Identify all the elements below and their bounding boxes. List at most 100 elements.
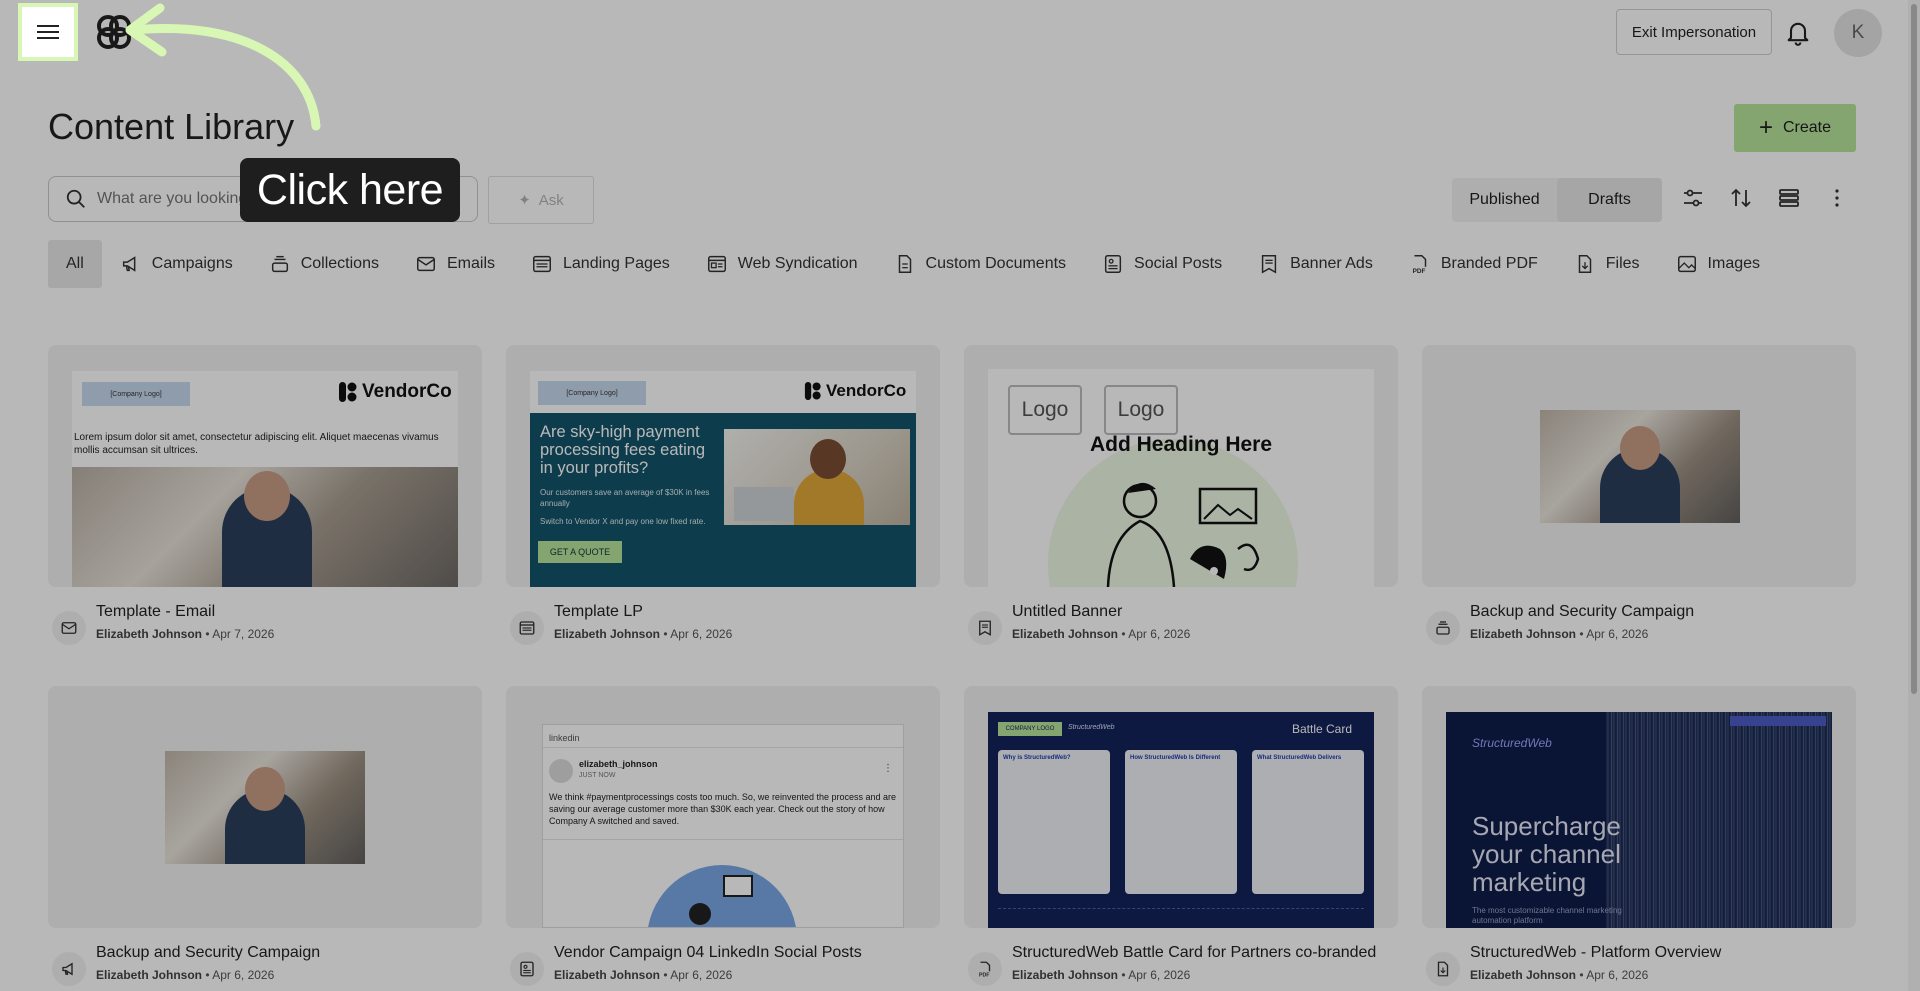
content-card[interactable]: [Company Logo] VendorCo Are sky-high pay… <box>506 345 940 645</box>
list-view-icon[interactable] <box>1777 186 1801 210</box>
column-heading: How StructuredWeb Is Different <box>1130 755 1221 761</box>
filter-sliders-icon[interactable] <box>1681 186 1705 210</box>
card-title[interactable]: Template LP <box>554 602 732 622</box>
lp-cta-button: GET A QUOTE <box>538 541 622 563</box>
filter-banner-ads[interactable]: Banner Ads <box>1240 240 1391 288</box>
divider <box>543 839 903 840</box>
lp-hero-photo <box>724 429 910 525</box>
content-card[interactable]: StructuredWeb Supercharge your channel m… <box>1422 686 1856 986</box>
collection-icon <box>1436 621 1450 635</box>
file-icon <box>1578 255 1591 273</box>
card-date: Apr 6, 2026 <box>212 968 275 982</box>
vendor-logo-icon <box>339 382 357 402</box>
vendor-logo: VendorCo <box>804 381 906 401</box>
column-heading: Why is StructuredWeb? <box>1003 755 1071 761</box>
published-tab[interactable]: Published <box>1452 178 1557 222</box>
post-time: JUST NOW <box>579 772 616 779</box>
type-badge <box>510 952 544 986</box>
content-card[interactable]: COMPANY LOGO StructuredWeb Battle Card W… <box>964 686 1398 986</box>
card-title[interactable]: Backup and Security Campaign <box>1470 602 1694 622</box>
svg-text:PDF: PDF <box>1412 268 1425 275</box>
landing-page-icon <box>533 255 551 273</box>
card-thumbnail[interactable]: linkedin elizabeth_johnson JUST NOW ⋮ We… <box>506 686 940 928</box>
more-options-icon[interactable] <box>1825 186 1849 210</box>
card-author: Elizabeth Johnson <box>1470 968 1577 982</box>
filter-label: Collections <box>300 255 379 272</box>
filter-images[interactable]: Images <box>1658 240 1778 288</box>
card-author: Elizabeth Johnson <box>554 968 661 982</box>
vendor-brand: VendorCo <box>826 381 907 400</box>
exit-impersonation-button[interactable]: Exit Impersonation <box>1616 9 1772 55</box>
filter-label: Files <box>1605 255 1640 272</box>
svg-text:PDF: PDF <box>979 973 990 979</box>
card-title[interactable]: Untitled Banner <box>1012 602 1190 622</box>
email-body-text: Lorem ipsum dolor sit amet, consectetur … <box>74 432 439 456</box>
banner-icon <box>979 620 991 636</box>
card-title[interactable]: Vendor Campaign 04 LinkedIn Social Posts <box>554 943 862 963</box>
card-thumbnail[interactable] <box>48 686 482 928</box>
filter-label: Landing Pages <box>563 255 670 272</box>
banner-heading: Add Heading Here <box>1089 433 1273 456</box>
card-title[interactable]: StructuredWeb - Platform Overview <box>1470 943 1721 963</box>
content-card[interactable]: Backup and Security Campaign Elizabeth J… <box>1422 345 1856 645</box>
card-date: Apr 6, 2026 <box>1128 627 1191 641</box>
highlighted-menu-button[interactable] <box>18 3 78 61</box>
filter-branded-pdf[interactable]: PDF Branded PDF <box>1391 240 1556 288</box>
card-thumbnail[interactable]: StructuredWeb Supercharge your channel m… <box>1422 686 1856 928</box>
page-scrollbar[interactable] <box>1908 0 1920 991</box>
type-badge <box>510 611 544 645</box>
avatar[interactable]: K <box>1834 9 1882 57</box>
card-thumbnail[interactable]: COMPANY LOGO StructuredWeb Battle Card W… <box>964 686 1398 928</box>
filter-label: Emails <box>446 255 495 272</box>
company-logo-placeholder: [Company Logo] <box>82 382 190 406</box>
filter-campaigns[interactable]: Campaigns <box>102 240 251 288</box>
card-date: Apr 6, 2026 <box>670 627 733 641</box>
scrollbar-thumb[interactable] <box>1911 4 1917 694</box>
bell-icon[interactable] <box>1784 18 1812 46</box>
card-thumbnail[interactable]: Logo Logo Add Heading Here <box>964 345 1398 587</box>
plus-icon: + <box>1758 114 1773 141</box>
filter-label: Campaigns <box>151 255 233 272</box>
filter-custom-documents[interactable]: Custom Documents <box>876 240 1085 288</box>
filter-all[interactable]: All <box>48 240 102 288</box>
content-card[interactable]: Backup and Security Campaign Elizabeth J… <box>48 686 482 986</box>
card-author: Elizabeth Johnson <box>1012 968 1119 982</box>
type-badge <box>1426 952 1460 986</box>
card-meta: Elizabeth Johnson • Apr 6, 2026 <box>554 627 733 641</box>
partner-logos-strip <box>998 908 1364 914</box>
card-thumbnail[interactable]: [Company Logo] VendorCo Are sky-high pay… <box>506 345 940 587</box>
filter-landing-pages[interactable]: Landing Pages <box>513 240 688 288</box>
collection-icon <box>271 255 288 273</box>
drafts-tab[interactable]: Drafts <box>1557 178 1662 222</box>
landing-page-icon <box>519 621 535 635</box>
card-thumbnail[interactable] <box>1422 345 1856 587</box>
card-meta: Elizabeth Johnson • Apr 6, 2026 <box>1012 968 1191 982</box>
battle-card-column-1: Why is StructuredWeb? <box>998 750 1110 894</box>
filter-files[interactable]: Files <box>1556 240 1658 288</box>
card-title[interactable]: Template - Email <box>96 602 274 622</box>
collection-photo <box>1540 410 1740 523</box>
filter-web-syndication[interactable]: Web Syndication <box>688 240 876 288</box>
company-logo-placeholder: COMPANY LOGO <box>998 722 1062 736</box>
content-card[interactable]: [Company Logo] VendorCo Lorem ipsum dolo… <box>48 345 482 645</box>
social-post-icon <box>1104 255 1122 273</box>
card-meta: Elizabeth Johnson • Apr 6, 2026 <box>1470 968 1649 982</box>
sort-icon[interactable] <box>1729 186 1753 210</box>
filter-emails[interactable]: Emails <box>397 240 513 288</box>
vendor-logo-icon <box>804 382 821 400</box>
card-title[interactable]: StructuredWeb Battle Card for Partners c… <box>1012 943 1376 963</box>
post-illustration <box>647 865 797 927</box>
card-thumbnail[interactable]: [Company Logo] VendorCo Lorem ipsum dolo… <box>48 345 482 587</box>
ask-label: Ask <box>538 191 564 209</box>
ask-button[interactable]: ✦ Ask <box>488 176 594 224</box>
lp-hero: Are sky-high payment processing fees eat… <box>530 413 916 587</box>
content-card[interactable]: Logo Logo Add Heading Here Untitled Bann… <box>964 345 1398 645</box>
card-date: Apr 6, 2026 <box>670 968 733 982</box>
content-card[interactable]: linkedin elizabeth_johnson JUST NOW ⋮ We… <box>506 686 940 986</box>
card-title[interactable]: Backup and Security Campaign <box>96 943 320 963</box>
lp-subtext-2: Switch to Vendor X and pay one low fixed… <box>540 517 706 526</box>
filter-social-posts[interactable]: Social Posts <box>1084 240 1240 288</box>
create-button[interactable]: + Create <box>1734 104 1856 152</box>
overview-headline: Supercharge your channel marketing <box>1472 811 1621 897</box>
filter-collections[interactable]: Collections <box>251 240 397 288</box>
